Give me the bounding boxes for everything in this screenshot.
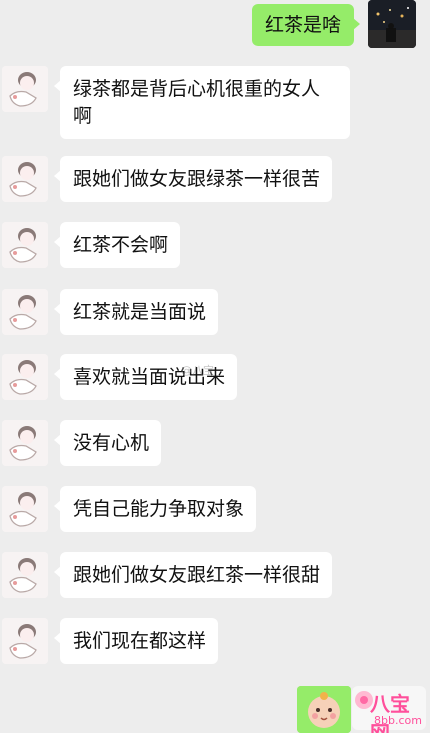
cartoon-avatar-icon [2, 289, 48, 335]
contact-avatar[interactable] [2, 156, 48, 202]
incoming-message-text: 凭自己能力争取对象 [73, 498, 245, 520]
cartoon-avatar-icon [2, 420, 48, 466]
incoming-message-text: 红茶不会啊 [73, 234, 169, 256]
cartoon-avatar-icon [2, 486, 48, 532]
incoming-message-text: 我们现在都这样 [73, 630, 207, 652]
contact-avatar[interactable] [2, 420, 48, 466]
incoming-message-bubble[interactable]: 凭自己能力争取对象 [53, 486, 257, 532]
night-photo-icon [368, 0, 416, 48]
chat-window: 红茶是啥 绿茶都是背后心机很重的女人啊 跟她们做女友跟绿茶一样很苦 红茶不会啊 … [0, 0, 430, 733]
incoming-message-text: 跟她们做女友跟绿茶一样很苦 [73, 168, 321, 190]
cartoon-avatar-icon [2, 618, 48, 664]
contact-avatar[interactable] [2, 66, 48, 112]
contact-avatar[interactable] [2, 354, 48, 400]
contact-avatar[interactable] [2, 618, 48, 664]
incoming-message-text: 没有心机 [73, 432, 150, 454]
self-avatar[interactable] [368, 0, 416, 48]
incoming-message-text: 绿茶都是背后心机很重的女人啊 [73, 78, 321, 127]
incoming-message-bubble[interactable]: 我们现在都这样 [53, 618, 219, 664]
incoming-message-bubble[interactable]: 跟她们做女友跟红茶一样很甜 [53, 552, 333, 598]
contact-avatar[interactable] [2, 222, 48, 268]
incoming-message-bubble[interactable]: 没有心机 [53, 420, 162, 466]
cartoon-avatar-icon [2, 552, 48, 598]
site-logo-url: 8bb.com [374, 714, 422, 727]
baby-sticker-icon [297, 686, 351, 733]
outgoing-sticker-message[interactable] [297, 686, 351, 733]
incoming-message-bubble[interactable]: 红茶就是当面说 [53, 289, 219, 335]
incoming-message-text: 红茶就是当面说 [73, 301, 207, 323]
incoming-message-text: 跟她们做女友跟红茶一样很甜 [73, 564, 321, 586]
site-logo-watermark: 八宝网 8bb.com [350, 684, 428, 733]
contact-avatar[interactable] [2, 289, 48, 335]
incoming-message-bubble[interactable]: 绿茶都是背后心机很重的女人啊 [54, 66, 350, 139]
watermark-text: @八宝 [181, 364, 214, 377]
incoming-message-bubble[interactable]: 跟她们做女友跟绿茶一样很苦 [53, 156, 333, 202]
outgoing-message-text: 红茶是啥 [264, 14, 341, 36]
cartoon-avatar-icon [2, 66, 48, 112]
outgoing-message-bubble[interactable]: 红茶是啥 [251, 4, 361, 46]
cartoon-avatar-icon [2, 354, 48, 400]
incoming-message-bubble[interactable]: 红茶不会啊 [53, 222, 181, 268]
cartoon-avatar-icon [2, 156, 48, 202]
contact-avatar[interactable] [2, 486, 48, 532]
contact-avatar[interactable] [2, 552, 48, 598]
cartoon-avatar-icon [2, 222, 48, 268]
